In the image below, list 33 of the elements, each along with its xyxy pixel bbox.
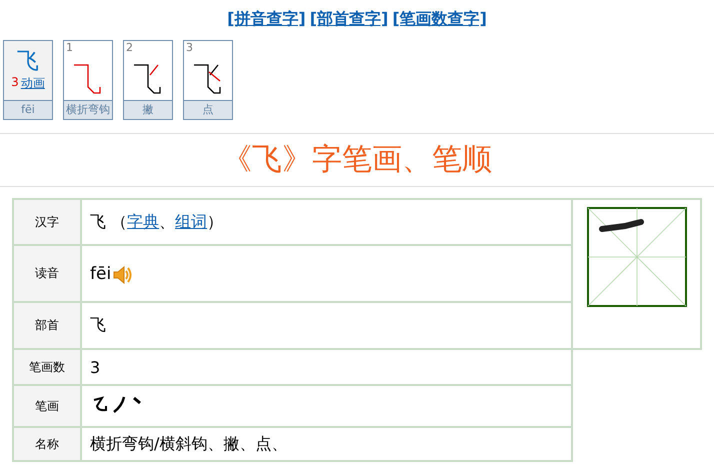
row-label: 部首 (13, 302, 81, 349)
step-number: 3 (186, 41, 193, 54)
text-link[interactable]: 字典 (127, 212, 160, 230)
pinyin-text: fēi (90, 264, 112, 284)
step-number: 2 (126, 41, 133, 54)
stroke-name: 横折弯钩 (64, 100, 112, 119)
row-label: 名称 (13, 427, 81, 461)
nav-link[interactable]: [部首查字] (310, 9, 388, 28)
punctuation-text: 、 (159, 212, 176, 230)
stroke-name: 点 (184, 100, 232, 119)
row-label: 读音 (13, 245, 81, 302)
stroke-card[interactable]: 1 横折弯钩 (63, 40, 113, 120)
stroke-name: 撇 (124, 100, 172, 119)
stroke-card[interactable]: 3 点 (183, 40, 233, 120)
stroke-count: 3 (11, 75, 19, 91)
character-text: 飞 (17, 49, 39, 75)
nav-link[interactable]: [笔画数查字] (392, 9, 487, 28)
step-number: 1 (66, 41, 73, 54)
punctuation-text: ） (207, 212, 224, 230)
page-title: 《飞》字笔画、笔顺 (221, 141, 493, 179)
cell-text: 3 (90, 358, 100, 376)
row-label: 汉字 (13, 199, 81, 245)
text-link[interactable]: 组词 (175, 212, 208, 230)
row-label: 笔画数 (13, 349, 81, 385)
animation-link[interactable]: 动画 (20, 75, 45, 92)
row-label: 笔画 (13, 385, 81, 427)
cell-text: 飞 (90, 315, 106, 334)
pinyin-label: fēi (4, 100, 52, 119)
stroke-card[interactable]: 2 撇 (123, 40, 173, 120)
punctuation-text: 飞 （ (90, 212, 128, 230)
cell-text: 横折弯钩/横斜钩、撇、点、 (90, 434, 288, 452)
nav-link[interactable]: [拼音查字] (227, 9, 306, 28)
speaker-icon[interactable] (113, 266, 134, 284)
